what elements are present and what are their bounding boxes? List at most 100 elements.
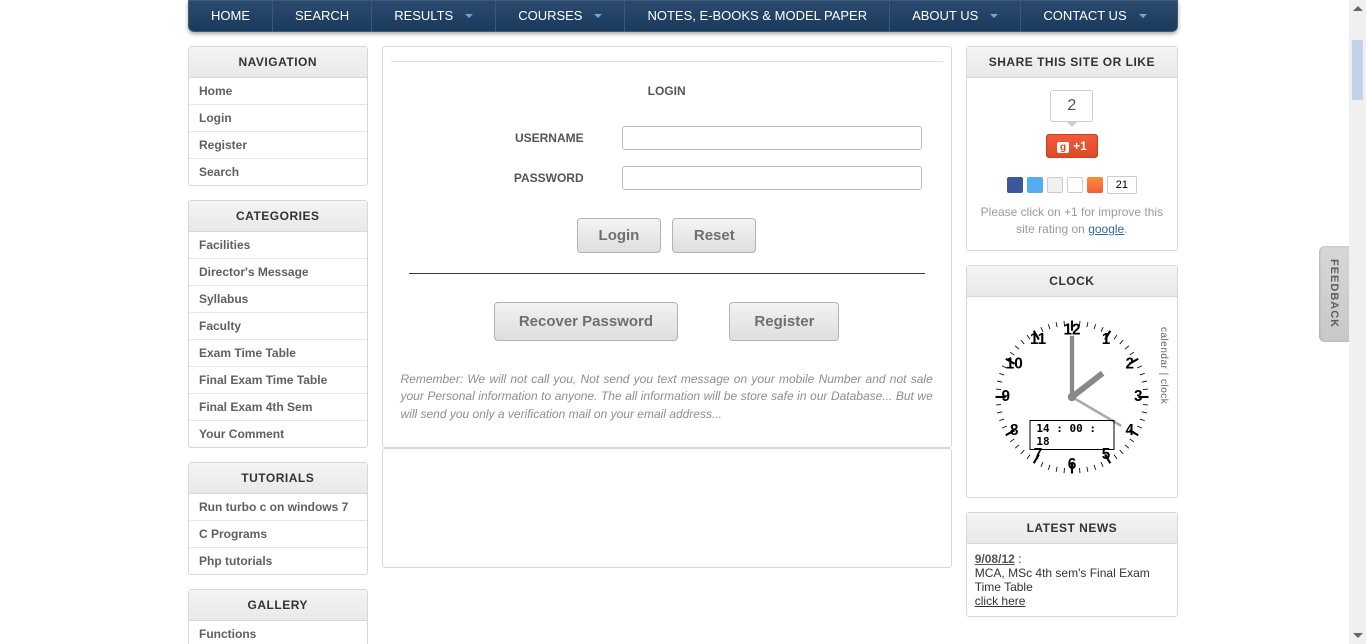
nav-label: HOME (211, 0, 250, 32)
vertical-scrollbar[interactable] (1349, 0, 1366, 644)
twitter-icon[interactable] (1027, 177, 1043, 193)
box-title: GALLERY (189, 590, 367, 621)
sidebar-item-facilities[interactable]: Facilities (189, 232, 367, 258)
login-box: LOGIN USERNAME PASSWORD Login Reset (382, 46, 952, 448)
tutorials-box: TUTORIALS Run turbo c on windows 7 C Pro… (188, 462, 368, 575)
feedback-tab[interactable]: FEEDBACK (1319, 246, 1349, 342)
share-box: SHARE THIS SITE OR LIKE 2 g+1 21 (966, 46, 1178, 251)
sidebar-item-final-tt[interactable]: Final Exam Time Table (189, 367, 367, 393)
sidebar-item-final-4th[interactable]: Final Exam 4th Sem (189, 394, 367, 420)
disclaimer-text: Remember: We will not call you, Not send… (391, 371, 943, 439)
nav-home[interactable]: HOME (189, 1, 273, 31)
svg-text:10: 10 (1006, 355, 1023, 372)
svg-text:9: 9 (1001, 388, 1010, 405)
categories-box: CATEGORIES Facilities Director's Message… (188, 200, 368, 448)
scroll-down-arrow-icon[interactable] (1349, 627, 1366, 644)
username-input[interactable] (622, 126, 922, 150)
nav-results[interactable]: RESULTS (372, 1, 496, 31)
login-title: LOGIN (391, 84, 943, 98)
top-nav: HOME SEARCH RESULTS COURSES NOTES, E-BOO… (188, 0, 1178, 32)
print-icon[interactable] (1067, 177, 1083, 193)
plusone-count: 2 (1050, 90, 1093, 122)
feedback-label: FEEDBACK (1328, 259, 1340, 328)
svg-text:6: 6 (1068, 456, 1077, 473)
google-plus-button[interactable]: g+1 (1046, 134, 1098, 158)
box-title: NAVIGATION (189, 47, 367, 78)
sidebar-item-syllabus[interactable]: Syllabus (189, 286, 367, 312)
share-icons-row: 21 (975, 176, 1169, 194)
gallery-box: GALLERY Functions (188, 589, 368, 644)
sidebar-item-director[interactable]: Director's Message (189, 259, 367, 285)
nav-label: COURSES (518, 0, 582, 32)
share-count: 21 (1107, 176, 1137, 194)
password-input[interactable] (622, 166, 922, 190)
scrollbar-thumb[interactable] (1352, 40, 1363, 100)
sidebar-item-register[interactable]: Register (189, 132, 367, 158)
nav-label: SEARCH (295, 0, 349, 32)
news-text: MCA, MSc 4th sem's Final Exam Time Table (975, 566, 1150, 594)
news-link[interactable]: click here (975, 594, 1026, 608)
nav-label: CONTACT US (1043, 0, 1126, 32)
sidebar-item-php[interactable]: Php tutorials (189, 548, 367, 574)
left-sidebar: NAVIGATION Home Login Register Search CA… (188, 46, 368, 644)
chevron-down-icon (1139, 14, 1147, 18)
nav-label: ABOUT US (912, 0, 978, 32)
news-date: 9/08/12 (975, 552, 1015, 566)
news-body: 9/08/12 : MCA, MSc 4th sem's Final Exam … (967, 544, 1177, 616)
navigation-list: Home Login Register Search (189, 78, 367, 185)
username-row: USERNAME (391, 126, 943, 150)
svg-text:1: 1 (1102, 331, 1111, 348)
chevron-down-icon (594, 14, 602, 18)
share-note: Please click on +1 for improve this site… (975, 204, 1169, 238)
box-title: LATEST NEWS (967, 513, 1177, 544)
recover-password-button[interactable]: Recover Password (494, 302, 678, 341)
share-note-prefix: Please click on +1 for improve this site… (981, 205, 1163, 236)
right-sidebar: SHARE THIS SITE OR LIKE 2 g+1 21 (966, 46, 1178, 631)
sidebar-item-exam-tt[interactable]: Exam Time Table (189, 340, 367, 366)
login-button-row: Login Reset (391, 218, 943, 253)
sidebar-item-turboc[interactable]: Run turbo c on windows 7 (189, 494, 367, 520)
google-link[interactable]: google (1088, 222, 1124, 236)
categories-list: Facilities Director's Message Syllabus F… (189, 232, 367, 447)
password-label: PASSWORD (412, 171, 622, 185)
svg-text:2: 2 (1125, 355, 1134, 372)
clock-box: CLOCK 12 (966, 265, 1178, 498)
analog-clock: 12 1 2 3 4 5 6 7 8 9 (987, 312, 1157, 482)
nav-courses[interactable]: COURSES (496, 1, 625, 31)
clock-credit: calendar | clock (1158, 327, 1169, 467)
box-title: TUTORIALS (189, 463, 367, 494)
sidebar-item-cprograms[interactable]: C Programs (189, 521, 367, 547)
digital-time: 14 : 00 : 18 (1029, 420, 1114, 450)
nav-contact[interactable]: CONTACT US (1021, 1, 1168, 31)
gplus-label: +1 (1073, 139, 1087, 153)
scroll-up-arrow-icon[interactable] (1349, 0, 1366, 17)
login-button[interactable]: Login (577, 218, 661, 253)
facebook-icon[interactable] (1007, 177, 1023, 193)
email-icon[interactable] (1047, 177, 1063, 193)
nav-about[interactable]: ABOUT US (890, 1, 1021, 31)
svg-text:3: 3 (1134, 388, 1143, 405)
tutorials-list: Run turbo c on windows 7 C Programs Php … (189, 494, 367, 574)
sidebar-item-search[interactable]: Search (189, 159, 367, 185)
sidebar-item-comment[interactable]: Your Comment (189, 421, 367, 447)
nav-notes[interactable]: NOTES, E-BOOKS & MODEL PAPER (625, 1, 890, 31)
nav-label: NOTES, E-BOOKS & MODEL PAPER (647, 0, 867, 32)
svg-text:8: 8 (1010, 422, 1019, 439)
sidebar-item-functions[interactable]: Functions (189, 621, 367, 644)
addthis-icon[interactable] (1087, 177, 1103, 193)
password-row: PASSWORD (391, 166, 943, 190)
sidebar-item-home[interactable]: Home (189, 78, 367, 104)
secondary-button-row: Recover Password Register (391, 302, 943, 341)
nav-label: RESULTS (394, 0, 453, 32)
news-box: LATEST NEWS 9/08/12 : MCA, MSc 4th sem's… (966, 512, 1178, 617)
main-content: LOGIN USERNAME PASSWORD Login Reset (382, 46, 952, 568)
register-button[interactable]: Register (729, 302, 839, 341)
nav-search[interactable]: SEARCH (273, 1, 372, 31)
reset-button[interactable]: Reset (672, 218, 756, 253)
sidebar-item-faculty[interactable]: Faculty (189, 313, 367, 339)
box-title: SHARE THIS SITE OR LIKE (967, 47, 1177, 78)
secondary-panel (382, 448, 952, 568)
svg-text:11: 11 (1030, 331, 1047, 348)
gallery-list: Functions (189, 621, 367, 644)
sidebar-item-login[interactable]: Login (189, 105, 367, 131)
